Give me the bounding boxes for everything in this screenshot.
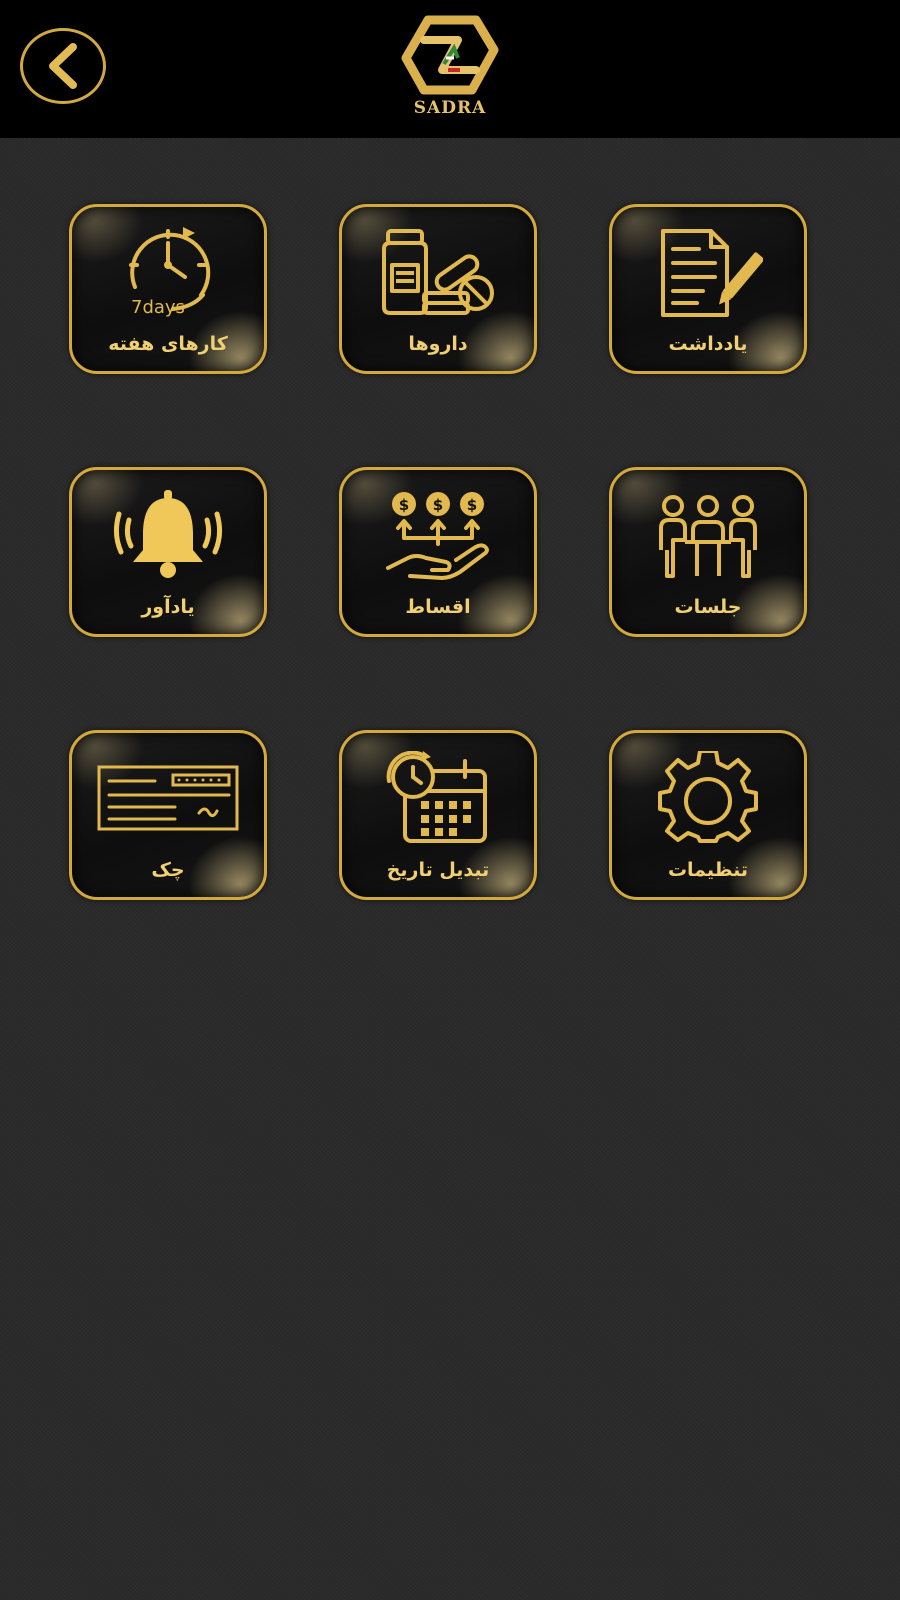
tile-notes[interactable]: یادداشت: [609, 204, 807, 374]
installments-icon: $ $ $: [386, 492, 489, 580]
medicine-icon: [382, 229, 494, 315]
tile-weekly-tasks[interactable]: 7days کارهای هفته: [69, 204, 267, 374]
tile-label: داروها: [408, 333, 468, 355]
svg-text:$: $: [399, 496, 409, 514]
weekly-clock-icon: 7days: [129, 227, 211, 318]
cheque-icon: [97, 765, 239, 831]
svg-text:$: $: [433, 496, 443, 514]
tile-installments[interactable]: $ $ $ اقساط: [339, 467, 537, 637]
tile-label: تبدیل تاریخ: [386, 859, 490, 881]
tile-reminder[interactable]: یادآور: [69, 467, 267, 637]
tile-label: یادآور: [141, 596, 195, 618]
meeting-icon: [659, 495, 757, 578]
gear-icon: [658, 751, 758, 843]
tile-label: چک: [151, 859, 185, 881]
tile-label: کارهای هفته: [108, 333, 228, 355]
tile-label: یادداشت: [668, 333, 748, 355]
tile-cheque[interactable]: چک: [69, 730, 267, 900]
tile-label: تنظیمات: [667, 859, 749, 881]
note-icon: [661, 229, 763, 317]
tile-label: اقساط: [405, 596, 471, 618]
weekly-clock-text: 7days: [131, 297, 185, 318]
tile-medicines[interactable]: داروها: [339, 204, 537, 374]
tile-settings[interactable]: تنظیمات: [609, 730, 807, 900]
svg-text:$: $: [467, 496, 477, 514]
tile-label: جلسات: [674, 596, 742, 618]
date-convert-icon: [386, 751, 487, 843]
menu-grid: 7days کارهای هفته داروها یادداشت یادآور …: [0, 0, 900, 1600]
bell-icon: [113, 490, 223, 578]
tile-date-convert[interactable]: تبدیل تاریخ: [339, 730, 537, 900]
tile-meetings[interactable]: جلسات: [609, 467, 807, 637]
